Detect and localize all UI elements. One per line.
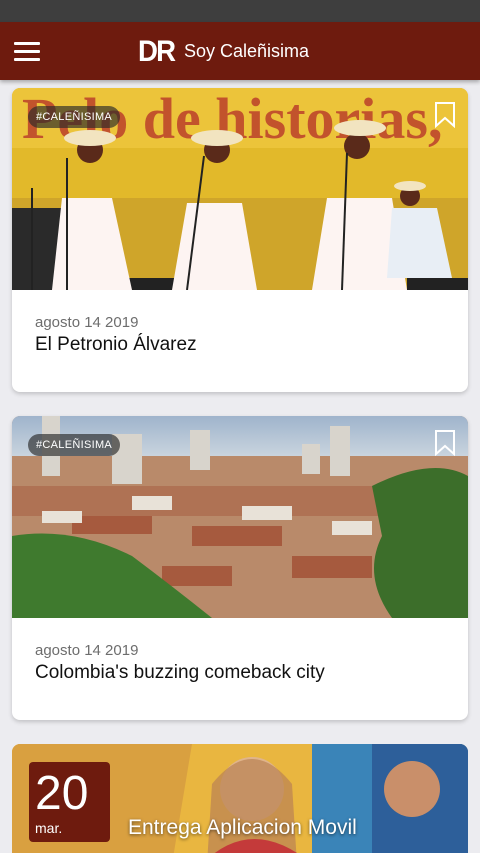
article-card[interactable]: #CALEÑISIMA agosto 14 2019 Colombia's bu…: [12, 416, 468, 720]
article-date: agosto 14 2019: [35, 314, 139, 331]
article-body: agosto 14 2019 Colombia's buzzing comeba…: [12, 618, 468, 720]
app-bar: DR Soy Caleñisima: [0, 22, 480, 80]
article-body: agosto 14 2019 El Petronio Álvarez: [12, 290, 468, 392]
app-logo: DR: [138, 35, 176, 68]
event-month: mar.: [35, 820, 63, 836]
article-card[interactable]: Pelo de historias, #CALEÑISIMA agosto 14…: [12, 88, 468, 392]
event-date-badge: 20 mar.: [29, 762, 110, 842]
event-card[interactable]: 20 mar. Entrega Aplicacion Movil: [12, 744, 468, 853]
hamburger-icon[interactable]: [14, 40, 42, 62]
article-image[interactable]: Pelo de historias, #CALEÑISIMA: [12, 88, 468, 290]
bookmark-icon[interactable]: [434, 430, 456, 456]
article-title[interactable]: El Petronio Álvarez: [35, 334, 445, 356]
article-date: agosto 14 2019: [35, 642, 139, 659]
bookmark-icon[interactable]: [434, 102, 456, 128]
event-day: 20: [35, 767, 89, 820]
status-bar: [0, 0, 480, 22]
article-image[interactable]: #CALEÑISIMA: [12, 416, 468, 618]
event-title[interactable]: Entrega Aplicacion Movil: [128, 816, 357, 840]
category-tag[interactable]: #CALEÑISIMA: [28, 106, 121, 128]
category-tag[interactable]: #CALEÑISIMA: [28, 434, 121, 456]
article-title[interactable]: Colombia's buzzing comeback city: [35, 662, 445, 684]
app-title: Soy Caleñisima: [184, 41, 310, 61]
